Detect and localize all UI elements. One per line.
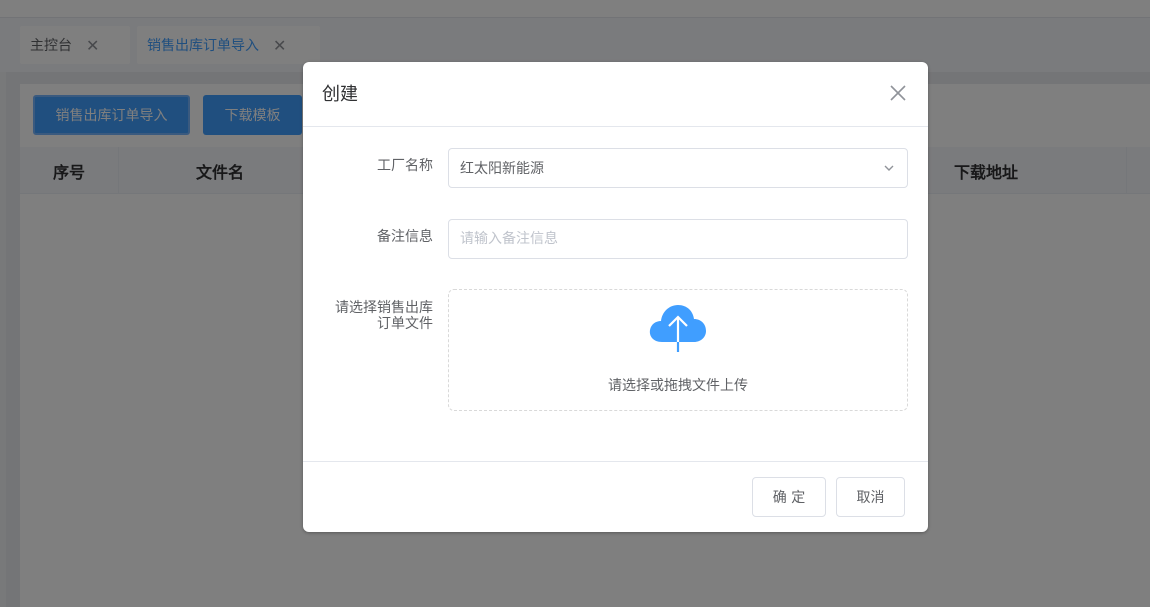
cancel-button[interactable]: 取消 — [836, 477, 905, 517]
factory-select-value: 红太阳新能源 — [460, 161, 544, 177]
close-icon[interactable] — [886, 81, 910, 105]
upload-hint-text: 请选择或拖拽文件上传 — [608, 378, 748, 394]
remark-input[interactable] — [448, 219, 908, 259]
factory-label: 工厂名称 — [377, 158, 433, 174]
remark-label: 备注信息 — [377, 229, 433, 245]
file-label: 请选择销售出库 订单文件 — [303, 300, 433, 332]
create-dialog: 创建 工厂名称 红太阳新能源 备注信息 请选择销售出库 订单文件 请选择或拖拽文… — [303, 62, 928, 532]
file-label-line1: 请选择销售出库 — [335, 300, 433, 316]
dialog-title: 创建 — [322, 84, 358, 105]
file-label-line2: 订单文件 — [377, 316, 433, 332]
confirm-button[interactable]: 确 定 — [752, 477, 826, 517]
file-upload-dropzone[interactable]: 请选择或拖拽文件上传 — [448, 289, 908, 411]
dialog-header: 创建 — [303, 62, 928, 127]
dialog-footer-divider — [303, 461, 928, 462]
chevron-down-icon — [884, 165, 894, 171]
factory-select[interactable]: 红太阳新能源 — [448, 148, 908, 188]
cloud-upload-icon — [649, 305, 706, 352]
